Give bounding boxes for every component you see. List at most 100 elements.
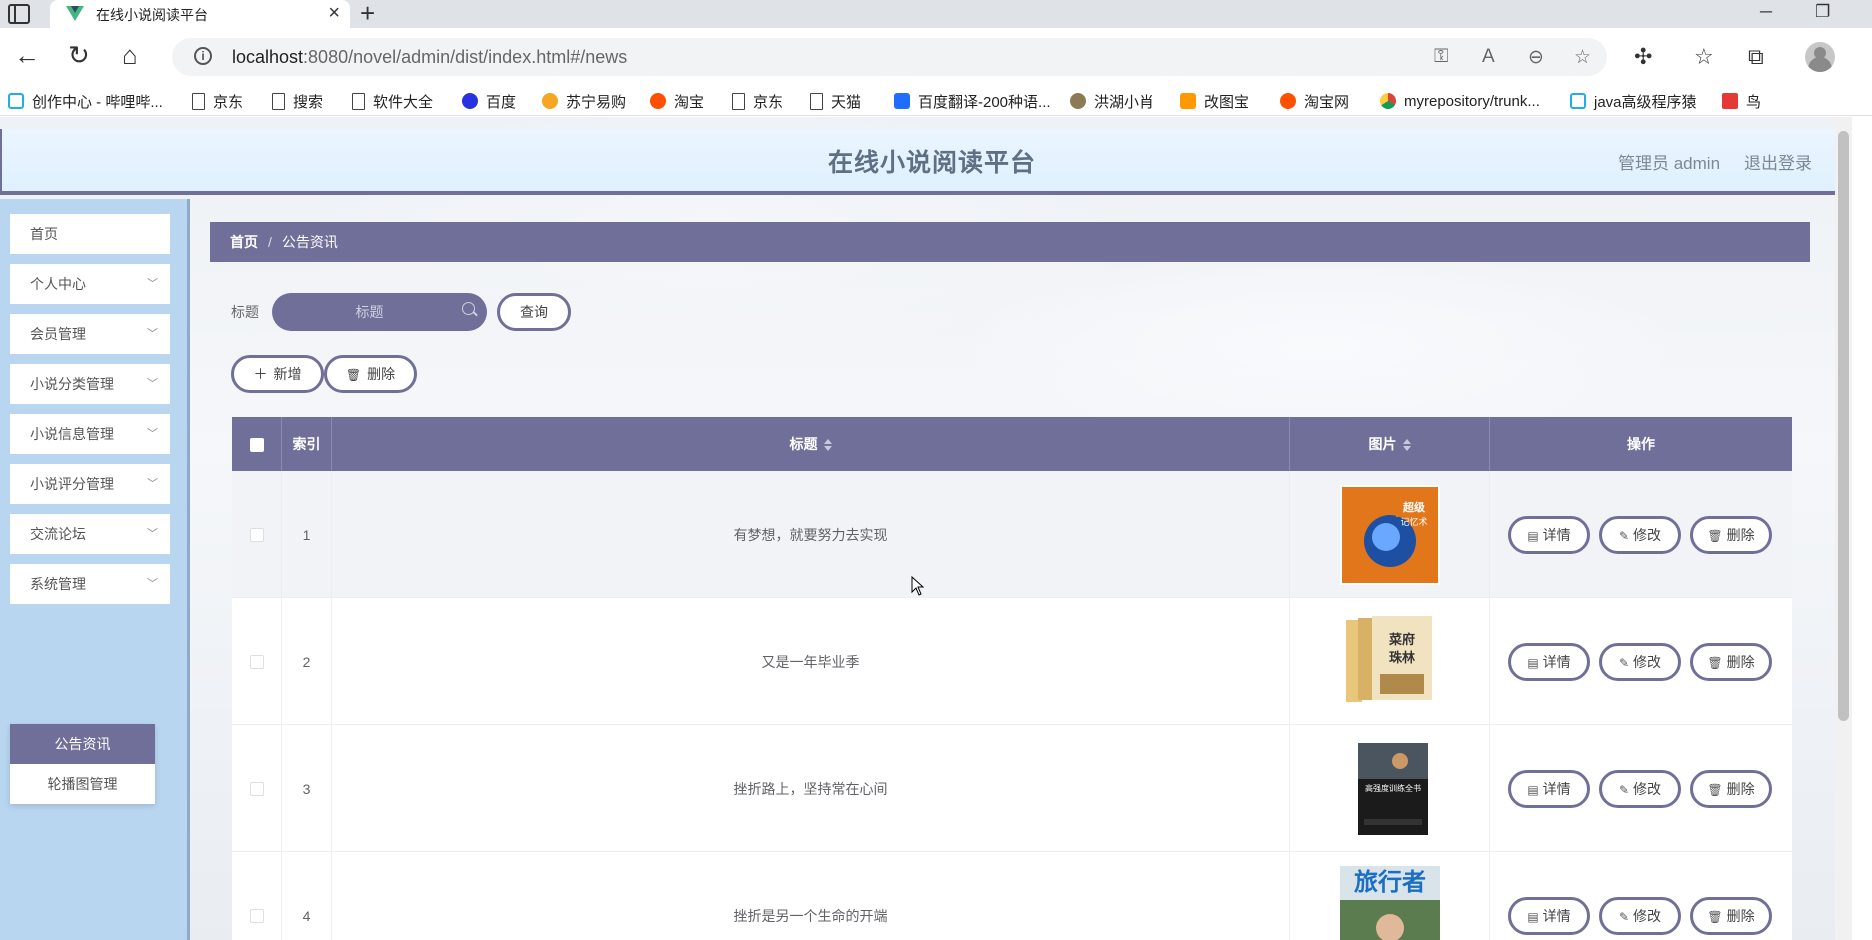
logout-link[interactable]: 退出登录 [1744,149,1812,174]
query-button[interactable]: 查询 [497,293,571,331]
bookmark-label: 搜索 [293,93,324,111]
table-row[interactable]: 3 挫折路上，坚持常在心间 高强度训练全书 ▤ 详情 ✎ 修改 🗑 删除 [232,725,1792,852]
bookmark-item[interactable]: 百度 [462,90,516,112]
delete-button[interactable]: 🗑 删除 [1690,516,1772,554]
minimize-icon[interactable]: ─ [1760,2,1772,22]
bookmark-item[interactable]: 软件大全 [352,90,433,112]
sidebar-item[interactable]: 个人中心 ﹀ [10,264,170,304]
bookmark-item[interactable]: 淘宝 [650,90,704,112]
chevron-down-icon: ﹀ [147,528,158,540]
detail-button[interactable]: ▤ 详情 [1508,643,1590,681]
user-info: 管理员 admin [1618,154,1721,173]
favorites-icon[interactable]: ☆ [1694,44,1714,70]
edit-button[interactable]: ✎ 修改 [1599,643,1681,681]
svg-text:旅行者: 旅行者 [1354,868,1426,896]
detail-button[interactable]: ▤ 详情 [1508,770,1590,808]
delete-button[interactable]: 🗑 删除 [1690,770,1772,808]
batch-delete-button[interactable]: 🗑 删除 [324,355,417,393]
gaitu-icon [1180,93,1196,109]
bookmark-item[interactable]: 天猫 [810,90,861,112]
sidebar-item[interactable]: 交流论坛 ﹀ [10,514,170,554]
delete-button[interactable]: 🗑 删除 [1690,643,1772,681]
bookmark-item[interactable]: 洪湖小肖 [1070,90,1154,112]
bookmark-item[interactable]: 京东 [732,90,783,112]
sidebar-item-label: 系统管理 [30,576,86,592]
row-title: 挫折路上，坚持常在心间 [332,725,1290,852]
bookmark-item[interactable]: 鸟 [1722,90,1761,112]
book-cover-image[interactable]: 高强度训练全书 [1339,738,1440,839]
add-button[interactable]: ＋ 新增 [231,355,324,393]
sidebar-item-label: 小说信息管理 [30,426,114,442]
edit-button[interactable]: ✎ 修改 [1599,897,1681,935]
col-title-label: 标题 [789,436,818,452]
row-checkbox[interactable] [249,781,264,796]
bookmark-item[interactable]: 淘宝网 [1280,90,1349,112]
profile-avatar[interactable] [1805,42,1835,72]
bookmark-item[interactable]: java高级程序猿 [1570,90,1697,112]
delete-button[interactable]: 🗑 删除 [1690,897,1772,935]
vertical-scrollbar[interactable] [1835,117,1852,940]
delete-label: 删除 [1726,527,1755,543]
breadcrumb-home[interactable]: 首页 [230,234,258,250]
table-row[interactable]: 2 又是一年毕业季 菜府 珠林 ▤ 详情 ✎ 修改 🗑 删除 [232,598,1792,725]
bookmark-item[interactable]: 苏宁易购 [542,90,626,112]
sidebar-item[interactable]: 小说评分管理 ﹀ [10,464,170,504]
scrollbar-thumb[interactable] [1838,131,1849,721]
back-icon[interactable]: ← [14,38,40,72]
search-label: 标题 [231,304,259,320]
restore-icon[interactable]: ❐ [1815,2,1830,22]
sidebar-item[interactable]: 首页 [10,214,170,254]
select-all-checkbox[interactable] [250,438,264,452]
tab-actions-icon[interactable] [8,4,30,24]
url-text[interactable]: localhost:8080/novel/admin/dist/index.ht… [232,47,627,68]
home-icon[interactable]: ⌂ [122,38,138,72]
submenu-item[interactable]: 轮播图管理 [10,764,155,804]
row-checkbox[interactable] [249,527,264,542]
row-index: 2 [282,598,332,725]
col-image[interactable]: 图片 [1290,417,1490,471]
sidebar-item[interactable]: 小说分类管理 ﹀ [10,364,170,404]
sidebar-item[interactable]: 系统管理 ﹀ [10,564,170,604]
col-title[interactable]: 标题 [332,417,1290,471]
browser-tab[interactable]: 在线小说阅读平台 × [50,0,350,28]
refresh-icon[interactable]: ↻ [68,38,90,72]
submenu-item[interactable]: 公告资讯 [10,724,155,764]
edit-label: 修改 [1633,527,1662,543]
row-checkbox[interactable] [249,654,264,669]
detail-button[interactable]: ▤ 详情 [1508,516,1590,554]
zoom-out-icon[interactable]: ⊖ [1528,46,1544,69]
tab-close-icon[interactable]: × [328,2,340,25]
collections-icon[interactable]: ⧉ [1748,44,1764,70]
bookmark-item[interactable]: 京东 [192,90,243,112]
read-aloud-icon[interactable]: A [1482,46,1495,68]
table-row[interactable]: 1 有梦想，就要努力去实现 超级 记忆术 ▤ 详情 ✎ 修改 🗑 删除 [232,471,1792,598]
row-checkbox[interactable] [249,908,264,923]
table-header: 索引 标题 图片 操作 [232,417,1792,471]
bookmark-item[interactable]: 改图宝 [1180,90,1249,112]
book-cover-image[interactable]: 超级 记忆术 [1339,484,1440,585]
batch-delete-label: 删除 [367,366,396,382]
chevron-down-icon: ﹀ [147,278,158,290]
table-row[interactable]: 4 挫折是另一个生命的开端 旅行者 ▤ 详情 ✎ 修改 🗑 删除 [232,852,1792,940]
new-tab-icon[interactable]: + [360,0,375,29]
edit-button[interactable]: ✎ 修改 [1599,770,1681,808]
edit-button[interactable]: ✎ 修改 [1599,516,1681,554]
bookmark-item[interactable]: 百度翻译-200种语... [894,90,1051,112]
key-icon[interactable]: ⚿ [1434,46,1448,68]
search-input[interactable] [272,293,487,331]
book-cover-image[interactable]: 菜府 珠林 [1339,611,1440,712]
sort-icon[interactable] [823,439,832,452]
sort-icon[interactable] [1402,439,1411,452]
address-bar[interactable]: i localhost:8080/novel/admin/dist/index.… [172,38,1607,76]
book-cover-image[interactable]: 旅行者 [1339,865,1440,940]
chevron-down-icon: ﹀ [147,378,158,390]
site-info-icon[interactable]: i [194,47,212,65]
bookmark-item[interactable]: 创作中心 - 哔哩哔... [8,90,163,112]
detail-button[interactable]: ▤ 详情 [1508,897,1590,935]
bookmark-item[interactable]: 搜索 [272,90,323,112]
extensions-icon[interactable]: ✣ [1634,44,1652,70]
bookmark-item[interactable]: myrepository/trunk... [1380,90,1540,112]
favorite-add-icon[interactable]: ☆ [1574,46,1591,69]
sidebar-item[interactable]: 会员管理 ﹀ [10,314,170,354]
sidebar-item[interactable]: 小说信息管理 ﹀ [10,414,170,454]
